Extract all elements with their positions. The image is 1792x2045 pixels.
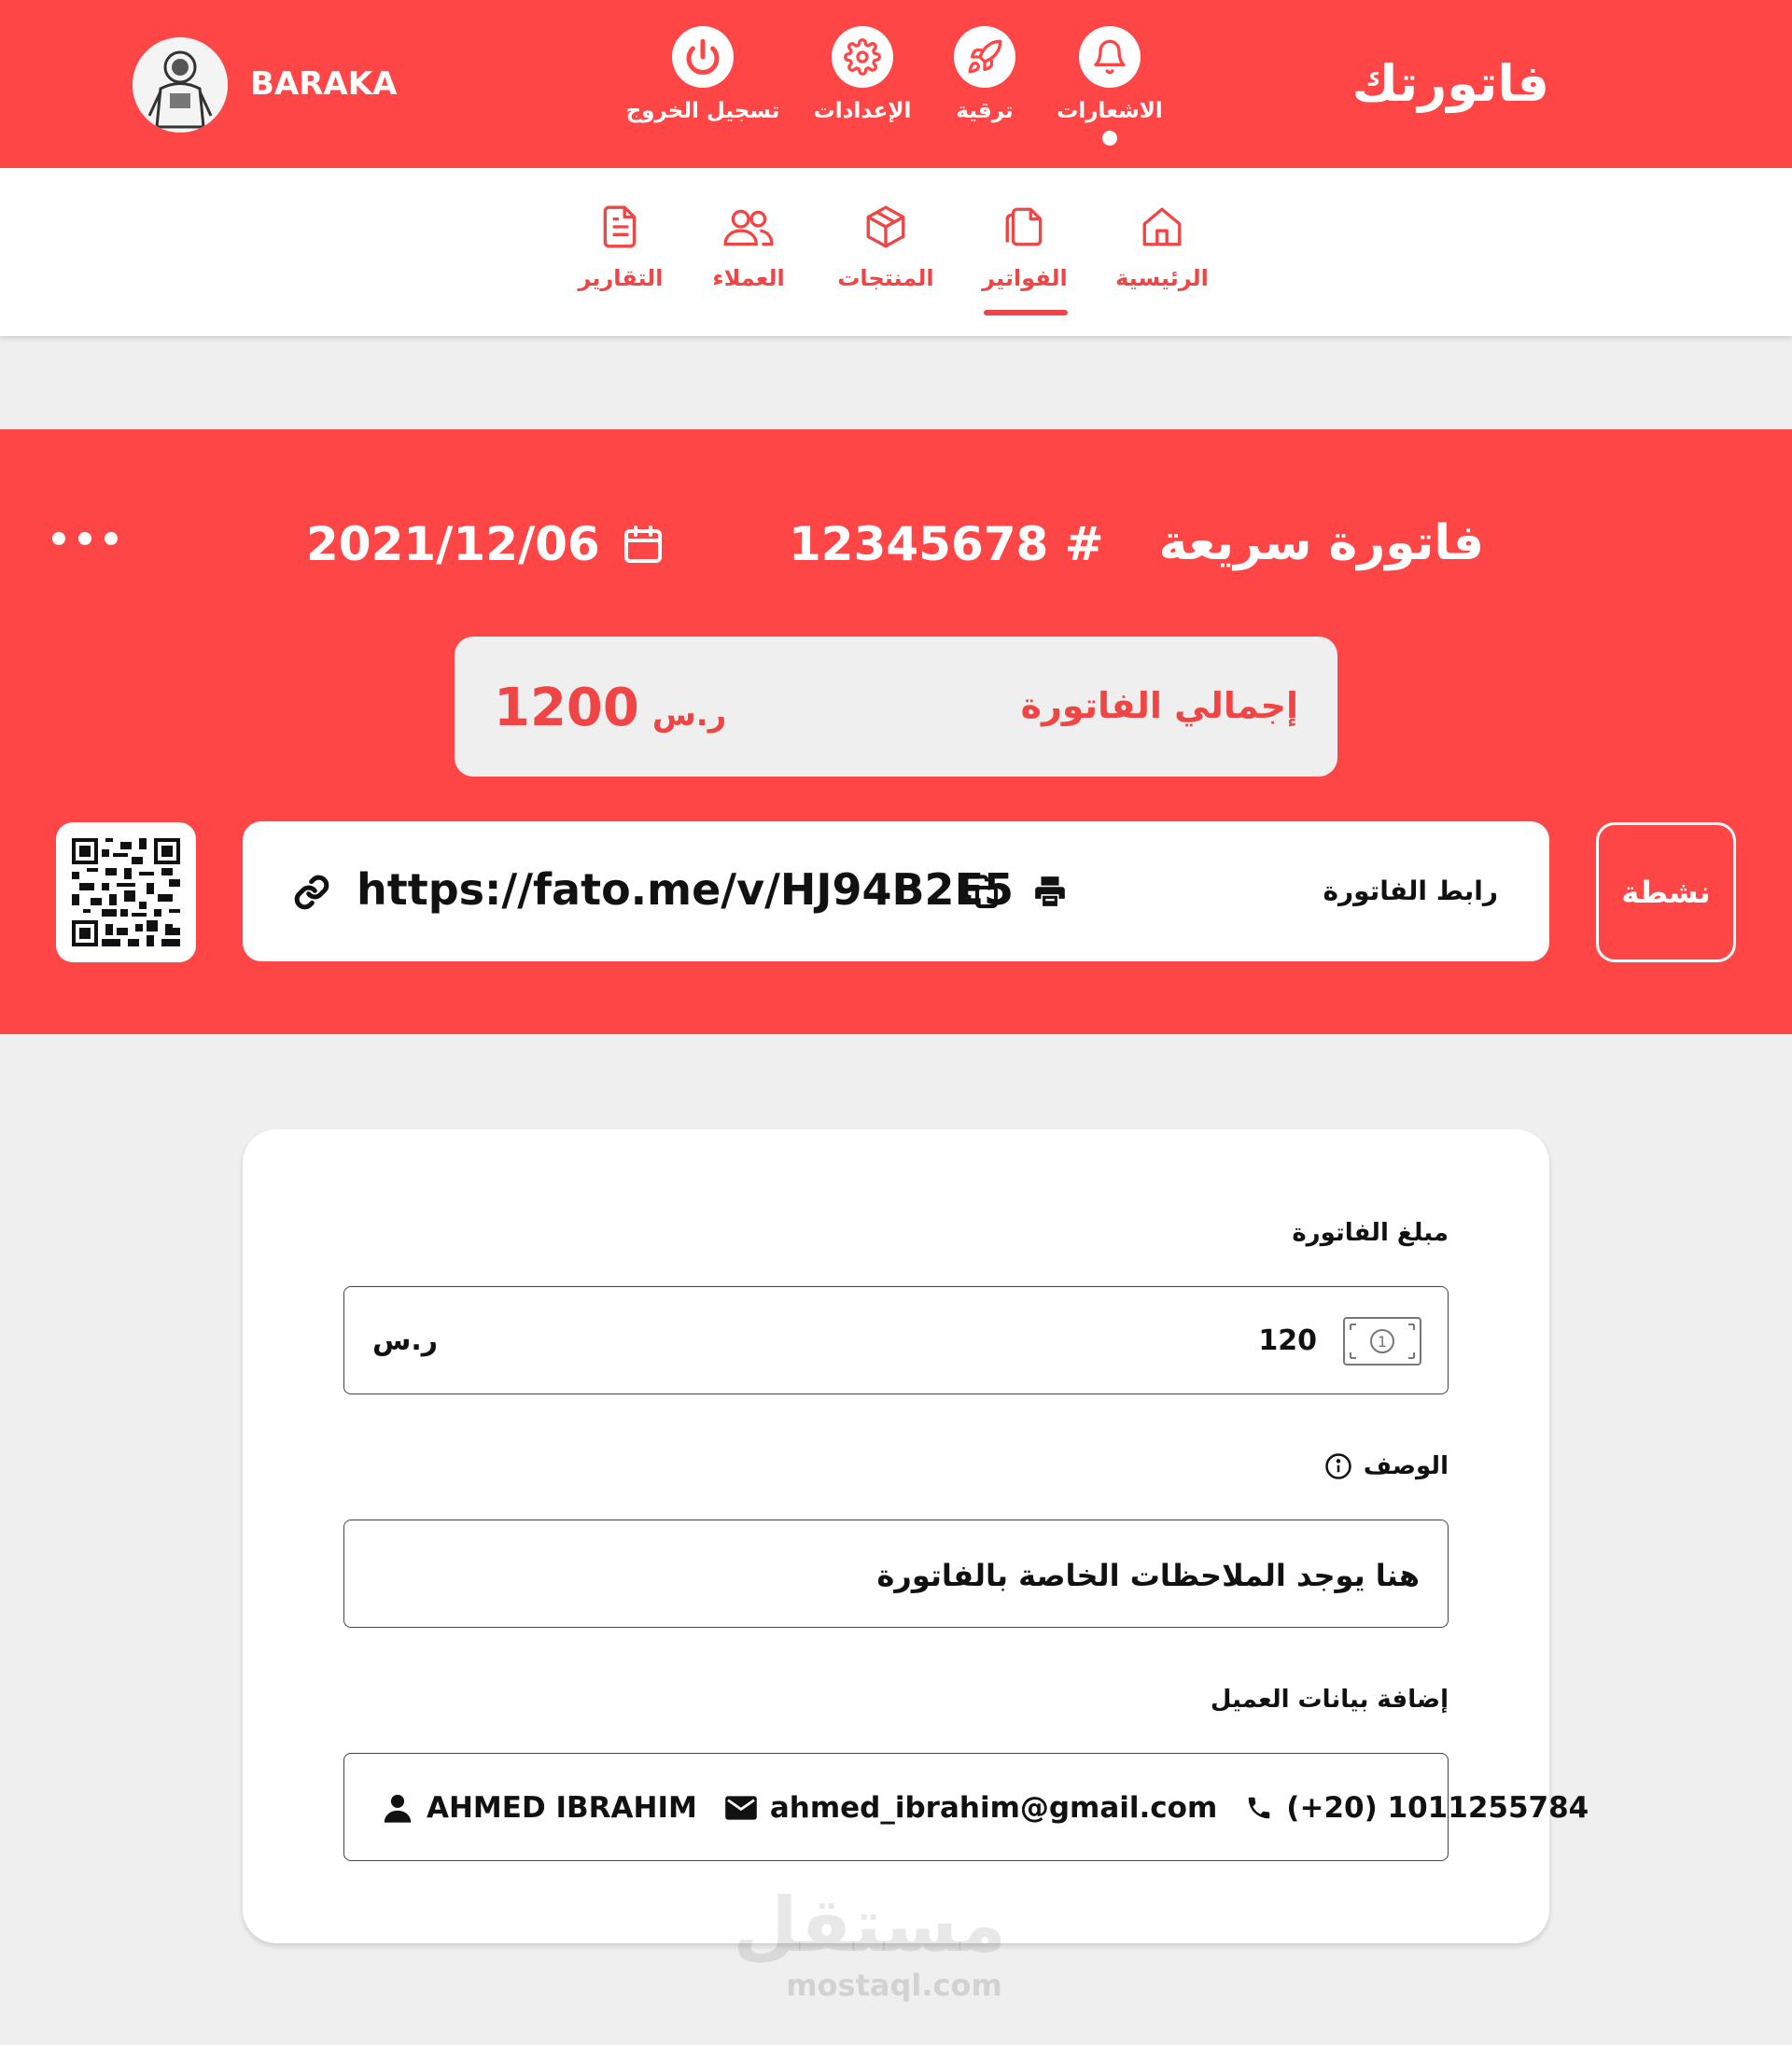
client-email: ahmed_ibrahim@gmail.com	[769, 1791, 1218, 1825]
settings-label: الإعدادات	[813, 99, 912, 123]
link-icon	[293, 874, 330, 915]
client-name-group: AHMED IBRAHIM	[382, 1791, 697, 1825]
report-icon	[551, 198, 691, 256]
power-icon	[672, 26, 734, 88]
tab-invoices[interactable]: الفواتير	[955, 198, 1095, 291]
client-email-group: ahmed_ibrahim@gmail.com	[725, 1791, 1217, 1825]
documents-icon	[955, 198, 1095, 256]
tab-reports[interactable]: التقارير	[551, 198, 691, 291]
logout-button[interactable]: تسجيل الخروج	[614, 26, 791, 123]
mail-icon	[725, 1796, 757, 1820]
client-name: AHMED IBRAHIM	[427, 1791, 697, 1825]
box-icon	[816, 198, 956, 256]
status-button[interactable]: نشطة	[1596, 822, 1736, 962]
total-value: 1200 ر.س	[494, 678, 726, 738]
total-currency: ر.س	[651, 696, 727, 734]
amount-field[interactable]: 1 120 ر.س	[343, 1286, 1449, 1394]
settings-button[interactable]: الإعدادات	[774, 26, 951, 123]
tab-invoices-label: الفواتير	[982, 265, 1068, 291]
qr-code[interactable]	[56, 822, 196, 962]
tab-products-label: المنتجات	[837, 265, 934, 291]
client-phone: (+20) 1011255784	[1286, 1791, 1589, 1825]
client-phone-group: (+20) 1011255784	[1245, 1791, 1589, 1825]
invoice-number: 12345678 #	[789, 517, 1104, 571]
users-icon	[679, 198, 819, 256]
total-label: إجمالي الفاتورة	[1020, 685, 1298, 726]
description-field[interactable]: هنا يوجد الملاحظات الخاصة بالفاتورة	[343, 1520, 1449, 1628]
bell-icon	[1079, 26, 1141, 88]
logout-label: تسجيل الخروج	[625, 99, 780, 123]
description-label-row: الوصف	[1324, 1452, 1449, 1480]
invoice-form-card: مبلغ الفاتورة 1 120 ر.س الوصف هنا يوجد ا…	[243, 1129, 1589, 1943]
tab-home[interactable]: الرئيسية	[1092, 198, 1232, 291]
description-value: هنا يوجد الملاحظات الخاصة بالفاتورة	[876, 1558, 1420, 1593]
money-icon: 1	[1343, 1317, 1421, 1369]
amount-currency: ر.س	[372, 1324, 439, 1357]
user-name[interactable]: BARAKA	[250, 65, 397, 103]
home-icon	[1092, 198, 1232, 256]
avatar[interactable]	[133, 37, 228, 133]
more-options-icon[interactable]	[52, 532, 118, 545]
tab-home-label: الرئيسية	[1115, 265, 1209, 291]
invoice-title: فاتورة سريعة	[1158, 515, 1484, 571]
invoice-date: 2021/12/06	[306, 517, 665, 571]
total-amount: 1200	[494, 678, 639, 738]
tab-clients-label: العملاء	[712, 265, 785, 291]
amount-label: مبلغ الفاتورة	[1292, 1219, 1449, 1247]
gear-icon	[832, 26, 893, 88]
active-indicator-dot	[1102, 131, 1117, 146]
info-icon[interactable]	[1324, 1452, 1352, 1480]
invoice-header-panel: فاتورة سريعة 12345678 # 2021/12/06 إجمال…	[0, 429, 1792, 1034]
tab-products[interactable]: المنتجات	[816, 198, 956, 291]
invoice-date-value: 2021/12/06	[306, 517, 600, 571]
invoice-link-box: رابط الفاتورة https://fato.me/v/HJ94B2E5	[243, 821, 1549, 961]
person-icon	[384, 1794, 412, 1823]
rocket-icon	[954, 26, 1015, 88]
description-label: الوصف	[1363, 1452, 1449, 1480]
calendar-icon	[623, 525, 662, 563]
phone-icon	[1249, 1797, 1270, 1819]
client-field[interactable]: AHMED IBRAHIM ahmed_ibrahim@gmail.com (+…	[343, 1753, 1589, 1861]
app-logo[interactable]: فاتورتك	[1352, 49, 1549, 119]
print-icon[interactable]	[1031, 874, 1069, 913]
link-label: رابط الفاتورة	[1323, 875, 1498, 906]
invoice-url[interactable]: https://fato.me/v/HJ94B2E5	[357, 864, 1014, 915]
svg-text:1: 1	[1378, 1333, 1387, 1351]
watermark-url: mostaql.com	[786, 1968, 1002, 2003]
tab-reports-label: التقارير	[578, 265, 664, 291]
watermark-logo: مستقل	[733, 1882, 1006, 1968]
main-tabs: الرئيسية الفواتير المنتجات العملاء التقا…	[0, 168, 1792, 336]
client-label: إضافة بيانات العميل	[1210, 1686, 1449, 1714]
top-bar: فاتورتك الاشعارات ترقية الإعدادات تسجيل …	[0, 0, 1792, 168]
tab-clients[interactable]: العملاء	[679, 198, 819, 291]
amount-value: 120	[1258, 1324, 1317, 1357]
client-details: AHMED IBRAHIM ahmed_ibrahim@gmail.com (+…	[382, 1791, 1589, 1825]
invoice-total-box: إجمالي الفاتورة 1200 ر.س	[455, 637, 1337, 777]
active-tab-underline	[984, 310, 1068, 315]
